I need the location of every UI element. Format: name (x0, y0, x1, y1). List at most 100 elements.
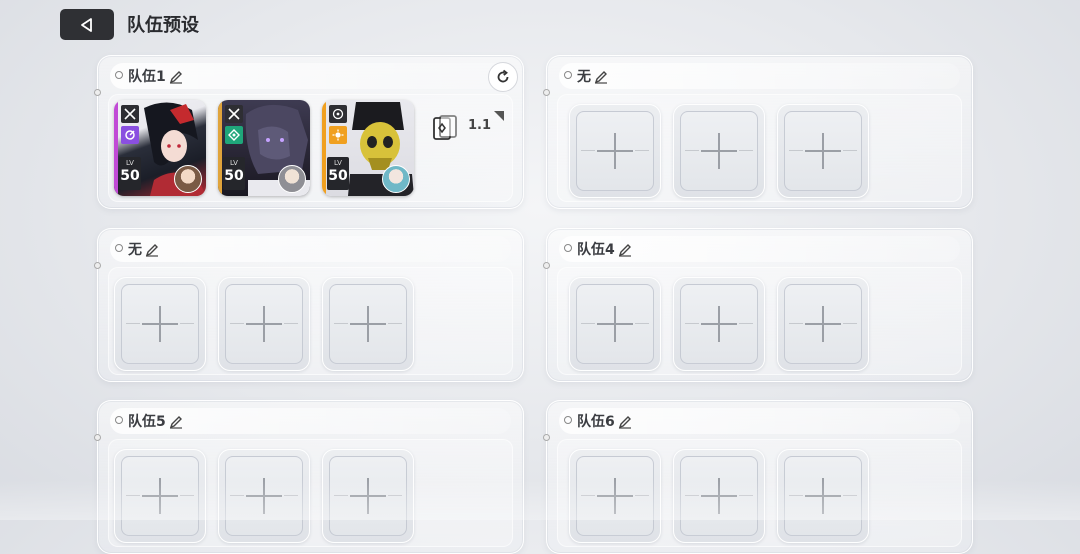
team-name[interactable]: 队伍5 (128, 411, 183, 431)
slot-tick (635, 323, 649, 324)
team-member-card[interactable]: LV 50 (322, 100, 414, 196)
empty-member-slot[interactable] (777, 449, 869, 543)
team-name-label: 队伍1 (128, 69, 166, 85)
plus-icon (614, 306, 616, 342)
slot-tick (388, 495, 402, 496)
team-member-card[interactable]: LV 50 (114, 100, 206, 196)
plus-icon (822, 478, 824, 514)
empty-member-slot[interactable] (777, 104, 869, 198)
team-card-6[interactable]: 队伍6 (543, 400, 973, 554)
team-card-3[interactable]: 无 (94, 228, 524, 382)
team-card-4[interactable]: 队伍4 (543, 228, 973, 382)
slot-tick (685, 495, 699, 496)
support-avatar (382, 165, 410, 193)
edit-pencil-icon[interactable] (145, 243, 159, 257)
slot-tick (581, 150, 595, 151)
slot-tick (230, 495, 244, 496)
empty-member-slot[interactable] (114, 277, 206, 371)
level-badge: LV 50 (223, 157, 245, 190)
plus-icon (263, 478, 265, 514)
team-name[interactable]: 无 (128, 239, 159, 259)
team-header (559, 63, 960, 89)
slot-tick (739, 150, 753, 151)
empty-member-slot[interactable] (322, 449, 414, 543)
team-name[interactable]: 无 (577, 66, 608, 86)
plus-icon (367, 306, 369, 342)
slot-tick (334, 495, 348, 496)
team-name-label: 队伍4 (577, 242, 615, 258)
empty-member-slot[interactable] (569, 277, 661, 371)
slot-tick (180, 323, 194, 324)
edit-pencil-icon[interactable] (618, 243, 632, 257)
back-button[interactable] (60, 9, 114, 40)
plus-icon (718, 478, 720, 514)
plus-icon (718, 306, 720, 342)
team-name-label: 无 (577, 69, 591, 85)
team-header (110, 236, 511, 262)
crossed-swords-icon (121, 105, 139, 123)
team-card-2[interactable]: 无 (543, 55, 973, 209)
deck-ratio: 1.1 (468, 118, 492, 133)
plus-icon (822, 133, 824, 169)
team-card-1[interactable]: 队伍1 LV 50 LV 50 LV 50 1.1 (94, 55, 524, 209)
empty-member-slot[interactable] (322, 277, 414, 371)
plus-icon (614, 478, 616, 514)
page-title: 队伍预设 (127, 15, 199, 36)
team-name-label: 队伍6 (577, 414, 615, 430)
team-member-card[interactable]: LV 50 (218, 100, 310, 196)
team-card-5[interactable]: 队伍5 (94, 400, 524, 554)
empty-member-slot[interactable] (569, 449, 661, 543)
edit-pencil-icon[interactable] (169, 70, 183, 84)
empty-member-slot[interactable] (114, 449, 206, 543)
empty-member-slot[interactable] (673, 277, 765, 371)
level-badge: LV 50 (119, 157, 141, 190)
back-triangle-icon (81, 17, 92, 32)
side-dot (94, 89, 101, 96)
empty-member-slot[interactable] (673, 104, 765, 198)
empty-member-slot[interactable] (218, 449, 310, 543)
slot-tick (789, 150, 803, 151)
empty-member-slot[interactable] (569, 104, 661, 198)
refresh-button[interactable] (488, 62, 518, 92)
team-name[interactable]: 队伍1 (128, 66, 183, 86)
slot-tick (635, 150, 649, 151)
slot-tick (739, 323, 753, 324)
bullet-dot (115, 71, 123, 79)
level-label: LV (126, 159, 134, 167)
slot-tick (843, 150, 857, 151)
team-name[interactable]: 队伍4 (577, 239, 632, 259)
empty-member-slot[interactable] (673, 449, 765, 543)
slot-tick (388, 323, 402, 324)
side-dot (543, 262, 550, 269)
team-name-label: 无 (128, 242, 142, 258)
edit-pencil-icon[interactable] (169, 415, 183, 429)
slot-tick (180, 495, 194, 496)
team-name[interactable]: 队伍6 (577, 411, 632, 431)
level-label: LV (334, 159, 342, 167)
rarity-bar (218, 100, 222, 196)
target-icon (329, 105, 347, 123)
side-dot (543, 89, 550, 96)
empty-member-slot[interactable] (777, 277, 869, 371)
rarity-bar (114, 100, 118, 196)
diamond-icon (225, 126, 243, 144)
support-avatar (174, 165, 202, 193)
edit-pencil-icon[interactable] (594, 70, 608, 84)
side-dot (543, 434, 550, 441)
slot-tick (843, 323, 857, 324)
slot-tick (739, 495, 753, 496)
plus-icon (263, 306, 265, 342)
slot-tick (126, 323, 140, 324)
level-badge: LV 50 (327, 157, 349, 190)
slot-tick (581, 495, 595, 496)
bullet-dot (564, 71, 572, 79)
support-avatar (278, 165, 306, 193)
empty-member-slot[interactable] (218, 277, 310, 371)
slot-tick (685, 150, 699, 151)
edit-pencil-icon[interactable] (618, 415, 632, 429)
bullet-dot (115, 244, 123, 252)
level-value: 50 (120, 168, 140, 184)
deck-card-icon[interactable] (431, 114, 459, 142)
slot-tick (284, 323, 298, 324)
level-label: LV (230, 159, 238, 167)
